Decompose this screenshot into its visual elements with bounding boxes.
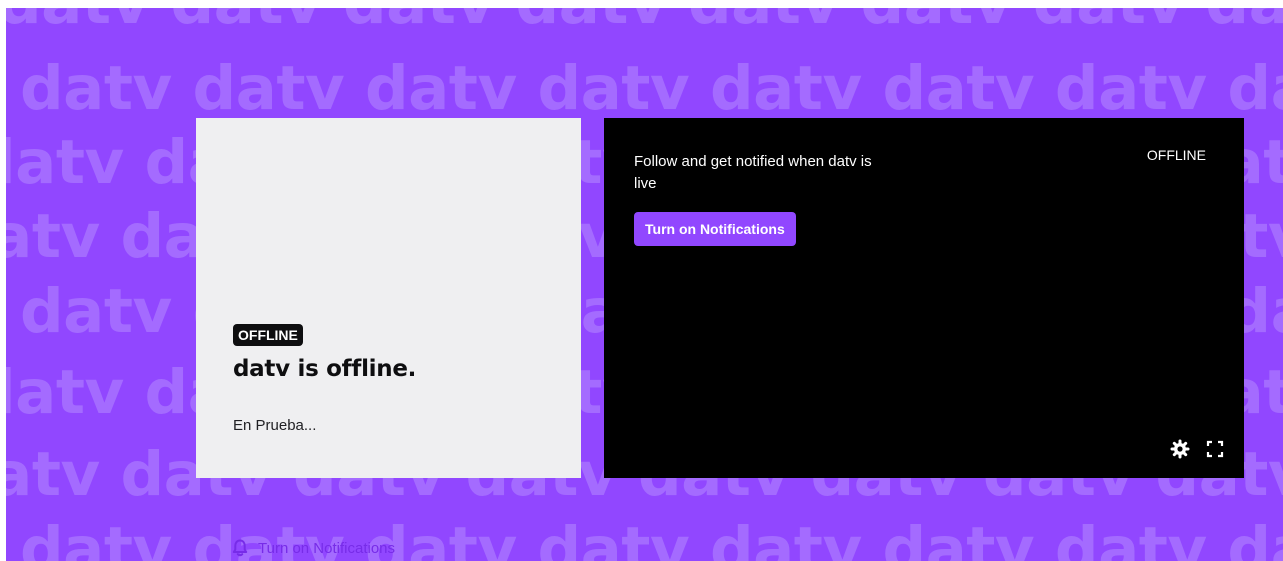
video-player[interactable]: Follow and get notified when datv is liv… xyxy=(604,118,1244,478)
offline-badge: OFFLINE xyxy=(233,324,303,346)
fullscreen-icon xyxy=(1206,440,1224,458)
watermark-row: datv datv datv datv datv datv datv datv … xyxy=(6,8,1283,33)
watermark-row: datv datv datv datv datv datv datv datv … xyxy=(20,514,1283,561)
turn-on-notifications-button[interactable]: Turn on Notifications xyxy=(634,212,796,246)
watermark-row: datv datv datv datv datv datv datv datv … xyxy=(20,53,1283,124)
turn-on-notifications-link[interactable]: Turn on Notifications xyxy=(232,539,395,557)
channel-description: En Prueba... xyxy=(233,417,317,434)
follow-message: Follow and get notified when datv is liv… xyxy=(634,153,872,192)
player-status-label: OFFLINE xyxy=(1146,147,1206,163)
notify-label: Turn on Notifications xyxy=(258,539,396,557)
offline-title: datv is offline. xyxy=(233,356,417,382)
bell-icon xyxy=(232,539,248,557)
settings-button[interactable] xyxy=(1169,438,1191,460)
offline-info-card: OFFLINE datv is offline. En Prueba... Tu… xyxy=(196,118,581,557)
fullscreen-button[interactable] xyxy=(1204,438,1226,460)
gear-icon xyxy=(1170,439,1190,459)
